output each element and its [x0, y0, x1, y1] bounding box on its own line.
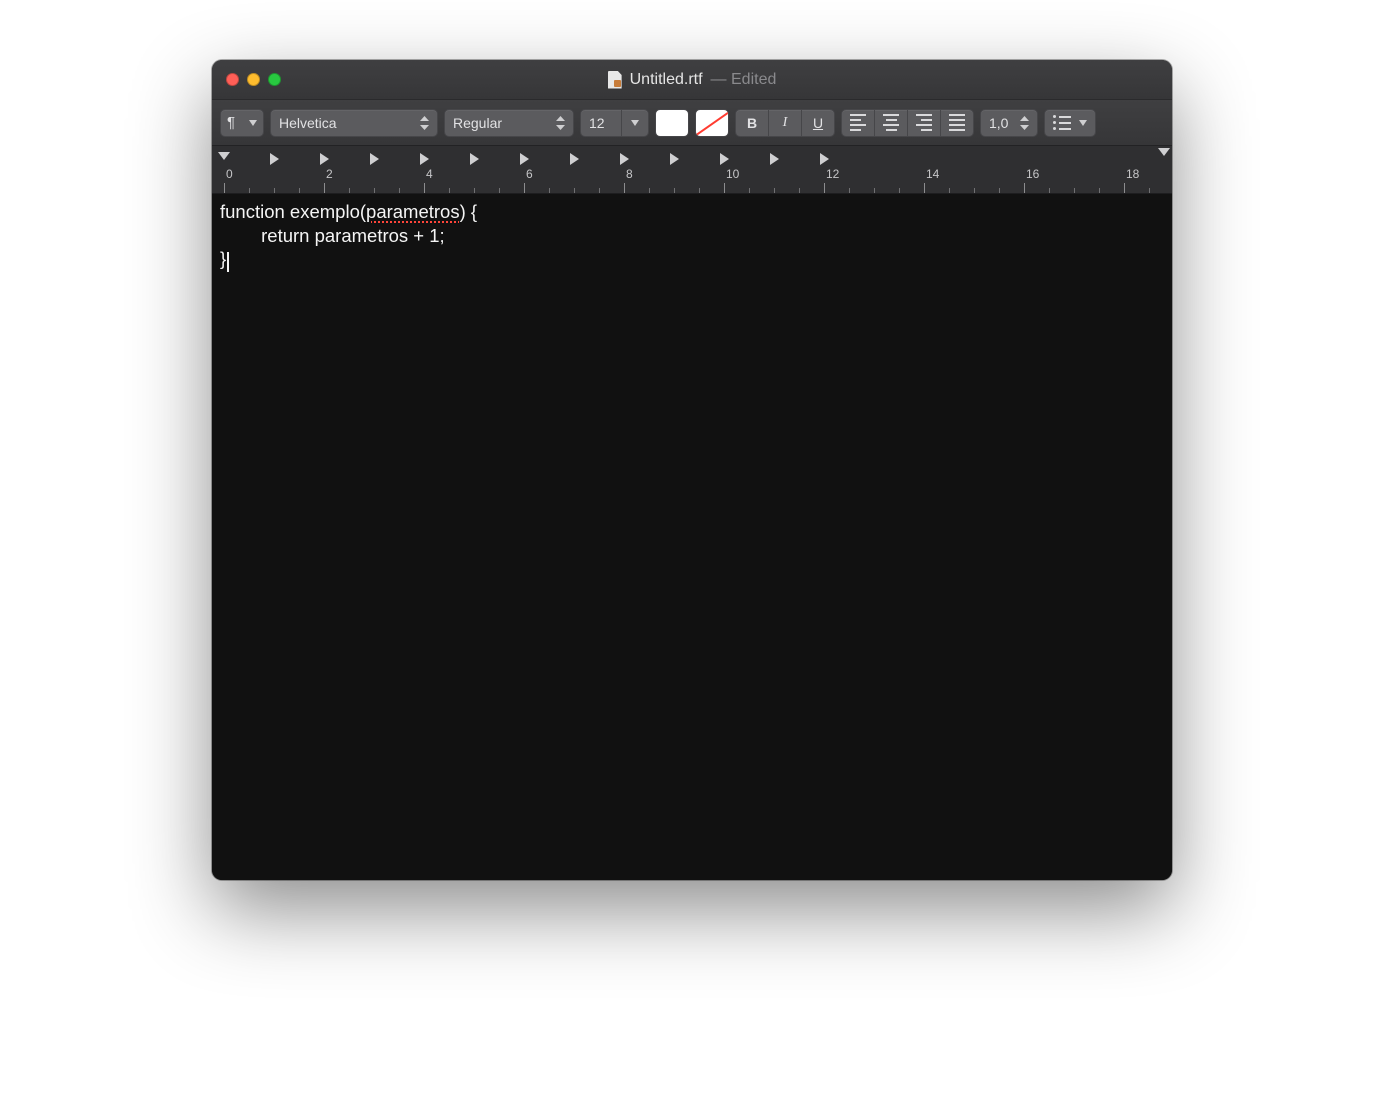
- ruler-ticks: 0 2 4 6 8 10 12 14 16 18: [212, 165, 1172, 193]
- align-right-icon: [916, 114, 932, 131]
- ruler-label: 2: [326, 167, 333, 181]
- align-justify-icon: [949, 114, 965, 131]
- font-style-select[interactable]: Regular: [444, 109, 574, 137]
- tab-stop-marker[interactable]: [470, 153, 479, 165]
- chevron-down-icon: [249, 120, 257, 126]
- tab-stop-marker[interactable]: [270, 153, 279, 165]
- bold-button[interactable]: B: [735, 109, 769, 137]
- align-justify-button[interactable]: [940, 109, 974, 137]
- font-size-input[interactable]: 12: [580, 109, 622, 137]
- ruler-label: 16: [1026, 167, 1039, 181]
- ruler-label: 14: [926, 167, 939, 181]
- code-line-1a: function exemplo(: [220, 201, 366, 222]
- document-icon: [608, 71, 622, 89]
- ruler[interactable]: 0 2 4 6 8 10 12 14 16 18: [212, 146, 1172, 194]
- list-style-select[interactable]: [1044, 109, 1096, 137]
- fullscreen-window-button[interactable]: [268, 73, 281, 86]
- spellcheck-word: parametros: [366, 201, 460, 222]
- updown-icon: [556, 116, 565, 130]
- document-filename: Untitled.rtf: [630, 71, 703, 89]
- pilcrow-icon: ¶: [227, 114, 235, 131]
- titlebar[interactable]: Untitled.rtf — Edited: [212, 60, 1172, 100]
- tab-stop-marker[interactable]: [770, 153, 779, 165]
- tab-stop-marker[interactable]: [570, 153, 579, 165]
- formatting-toolbar: ¶ Helvetica Regular 12 B I U: [212, 100, 1172, 146]
- align-center-button[interactable]: [874, 109, 908, 137]
- ruler-tab-row: [212, 150, 1172, 166]
- line-spacing-select[interactable]: 1,0: [980, 109, 1038, 137]
- minimize-window-button[interactable]: [247, 73, 260, 86]
- alignment-group: [841, 109, 974, 137]
- align-right-button[interactable]: [907, 109, 941, 137]
- ruler-label: 12: [826, 167, 839, 181]
- align-center-icon: [883, 114, 899, 131]
- font-style-value: Regular: [453, 115, 502, 131]
- title-area: Untitled.rtf — Edited: [212, 71, 1172, 89]
- highlight-color-swatch[interactable]: [695, 109, 729, 137]
- font-family-value: Helvetica: [279, 115, 337, 131]
- tab-stop-marker[interactable]: [520, 153, 529, 165]
- ruler-label: 10: [726, 167, 739, 181]
- chevron-down-icon: [1079, 120, 1087, 126]
- text-color-swatch[interactable]: [655, 109, 689, 137]
- font-size-value: 12: [589, 115, 605, 131]
- align-left-icon: [850, 114, 866, 131]
- code-line-2: return parametros + 1;: [220, 225, 445, 246]
- app-window: Untitled.rtf — Edited ¶ Helvetica Regula…: [212, 60, 1172, 880]
- tab-stop-marker[interactable]: [420, 153, 429, 165]
- code-line-3: }: [220, 248, 226, 269]
- text-style-group: B I U: [735, 109, 835, 137]
- text-cursor: [227, 252, 229, 272]
- font-size-control: 12: [580, 109, 649, 137]
- window-controls: [226, 73, 281, 86]
- text-editor[interactable]: function exemplo(parametros) { return pa…: [212, 194, 1172, 880]
- font-size-stepper[interactable]: [621, 109, 649, 137]
- right-margin-marker[interactable]: [1158, 148, 1170, 156]
- chevron-down-icon: [631, 120, 639, 126]
- ruler-label: 6: [526, 167, 533, 181]
- document-edited-status: — Edited: [711, 71, 777, 89]
- close-window-button[interactable]: [226, 73, 239, 86]
- line-spacing-value: 1,0: [989, 115, 1008, 131]
- ruler-label: 8: [626, 167, 633, 181]
- updown-icon: [1020, 116, 1029, 130]
- list-icon: [1053, 115, 1071, 130]
- ruler-label: 18: [1126, 167, 1139, 181]
- tab-stop-marker[interactable]: [670, 153, 679, 165]
- font-family-select[interactable]: Helvetica: [270, 109, 438, 137]
- ruler-label: 4: [426, 167, 433, 181]
- tab-stop-marker[interactable]: [320, 153, 329, 165]
- paragraph-style-menu[interactable]: ¶: [220, 109, 264, 137]
- code-line-1b: ) {: [460, 201, 477, 222]
- italic-button[interactable]: I: [768, 109, 802, 137]
- ruler-label: 0: [226, 167, 233, 181]
- underline-button[interactable]: U: [801, 109, 835, 137]
- align-left-button[interactable]: [841, 109, 875, 137]
- tab-stop-marker[interactable]: [720, 153, 729, 165]
- first-line-indent-marker[interactable]: [218, 152, 230, 160]
- updown-icon: [420, 116, 429, 130]
- tab-stop-marker[interactable]: [820, 153, 829, 165]
- tab-stop-marker[interactable]: [370, 153, 379, 165]
- tab-stop-marker[interactable]: [620, 153, 629, 165]
